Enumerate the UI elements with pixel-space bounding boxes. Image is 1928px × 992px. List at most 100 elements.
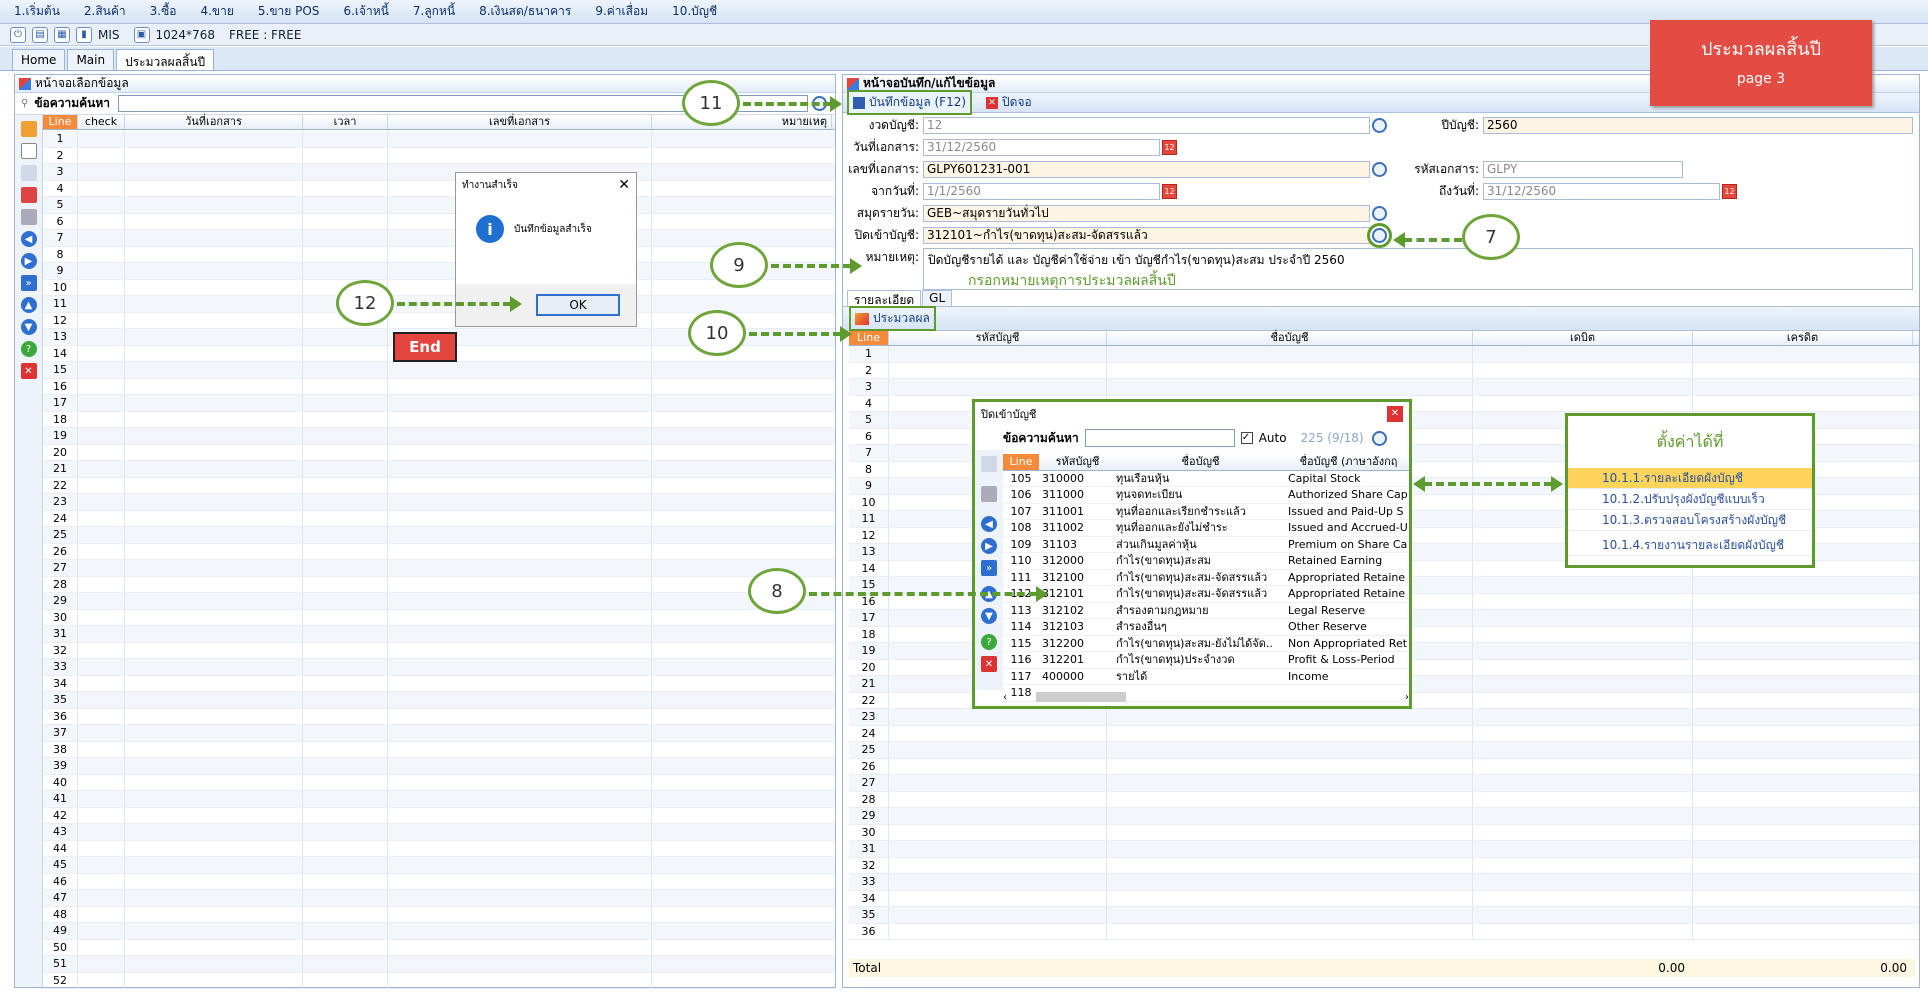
row-check-cell[interactable] <box>78 494 125 510</box>
table-row[interactable]: 1 <box>43 131 835 148</box>
row-cell[interactable] <box>889 346 1107 362</box>
power-icon[interactable]: ⏻ <box>10 26 26 43</box>
period-search-icon[interactable] <box>1372 118 1387 133</box>
row-check-cell[interactable] <box>78 708 125 724</box>
row-check-cell[interactable] <box>78 906 125 922</box>
list-item[interactable]: 114 312103 สำรองอื่นๆ Other Reserve <box>1003 619 1409 636</box>
row-check-cell[interactable] <box>78 725 125 741</box>
row-check-cell[interactable] <box>78 692 125 708</box>
table-row[interactable]: 3 <box>849 379 1919 396</box>
popup-print-icon[interactable] <box>981 486 997 502</box>
list-item[interactable]: 109 31103 ส่วนเกินมูลค่าหุ้น Premium on Sha… <box>1003 537 1409 553</box>
row-check-cell[interactable] <box>78 560 125 576</box>
row-check-cell[interactable] <box>78 543 125 559</box>
table-row[interactable]: 42 <box>43 807 835 824</box>
row-check-cell[interactable] <box>78 857 125 873</box>
row-check-cell[interactable] <box>78 477 125 493</box>
table-row[interactable]: 20 <box>43 444 835 461</box>
menu-item-1[interactable]: 1.เริ่มต้น <box>14 2 60 21</box>
dcol-acctname[interactable]: ชื่อบัญชี <box>1107 331 1473 345</box>
subtab-gl[interactable]: GL <box>922 290 953 306</box>
col-remark[interactable]: หมายเหตุ <box>652 115 832 129</box>
row-check-cell[interactable] <box>78 230 125 246</box>
row-check-cell[interactable] <box>78 972 125 988</box>
row-check-cell[interactable] <box>78 675 125 691</box>
table-row[interactable]: 33 <box>849 874 1919 891</box>
edit-doc-icon[interactable] <box>20 165 37 181</box>
scroll-left-icon[interactable]: ‹ <box>1003 692 1007 703</box>
list-item[interactable]: 107 311001 ทุนที่ออกและเรียกชำระแล้ว Issued… <box>1003 504 1409 520</box>
table-row[interactable]: 35 <box>849 907 1919 924</box>
popup-search-input[interactable] <box>1084 429 1235 447</box>
fromdate-calendar-icon[interactable]: 12 <box>1162 184 1177 199</box>
fromdate-field[interactable]: 1/1/2560 <box>923 183 1160 200</box>
fast-forward-icon[interactable]: » <box>20 275 37 291</box>
col-docno[interactable]: เลขที่เอกสาร <box>388 115 652 129</box>
menu-item-4[interactable]: 4.ขาย <box>200 2 233 21</box>
table-row[interactable]: 36 <box>849 923 1919 940</box>
table-row[interactable]: 22 <box>43 477 835 494</box>
row-check-cell[interactable] <box>78 890 125 906</box>
table-row[interactable]: 5 <box>43 197 835 214</box>
table-row[interactable]: 16 <box>43 378 835 395</box>
list-item[interactable]: 110 312000 กำไร(ขาดทุน)สะสม Retained Earnin… <box>1003 553 1409 570</box>
table-row[interactable]: 4 <box>43 180 835 197</box>
remark-field[interactable]: ปิดบัญชีรายได้ และ บัญชีค่าใช้จ่าย เข้า … <box>923 248 1913 290</box>
row-cell[interactable] <box>889 709 1107 725</box>
config-item-2[interactable]: 10.1.2.ปรับปรุงผังบัญชีแบบเร็ว <box>1568 489 1812 510</box>
row-check-cell[interactable] <box>78 378 125 394</box>
table-row[interactable]: 44 <box>43 840 835 857</box>
down-icon[interactable]: ▼ <box>20 319 37 335</box>
row-check-cell[interactable] <box>78 279 125 295</box>
process-button[interactable]: ประมวลผล <box>849 306 936 331</box>
todate-calendar-icon[interactable]: 12 <box>1722 184 1737 199</box>
row-check-cell[interactable] <box>78 593 125 609</box>
row-check-cell[interactable] <box>78 362 125 378</box>
dialog-ok-button[interactable]: OK <box>536 294 620 316</box>
row-check-cell[interactable] <box>78 395 125 411</box>
row-check-cell[interactable] <box>78 131 125 147</box>
next-icon[interactable]: ▶ <box>20 253 37 269</box>
row-cell[interactable] <box>889 742 1107 758</box>
list-item[interactable]: 112 312101 กำไร(ขาดทุน)สะสม-จัดสรรแล้ว Appr… <box>1003 586 1409 603</box>
help-icon[interactable]: ? <box>20 341 37 357</box>
popup-edit-icon[interactable] <box>981 456 997 472</box>
menu-item-6[interactable]: 6.เจ้าหนี้ <box>343 2 388 21</box>
row-check-cell[interactable] <box>78 873 125 889</box>
menu-item-10[interactable]: 10.บัญชี <box>672 2 717 21</box>
table-row[interactable]: 34 <box>43 675 835 692</box>
row-check-cell[interactable] <box>78 411 125 427</box>
col-check[interactable]: check <box>78 115 125 129</box>
menu-item-8[interactable]: 8.เงินสด/ธนาคาร <box>479 2 571 21</box>
table-row[interactable]: 24 <box>43 510 835 527</box>
row-cell[interactable] <box>889 808 1107 824</box>
table-row[interactable]: 29 <box>849 808 1919 825</box>
row-check-cell[interactable] <box>78 824 125 840</box>
row-check-cell[interactable] <box>78 527 125 543</box>
docdate-calendar-icon[interactable]: 12 <box>1162 140 1177 155</box>
table-row[interactable]: 26 <box>849 758 1919 775</box>
row-check-cell[interactable] <box>78 296 125 312</box>
table-row[interactable]: 2 <box>43 147 835 164</box>
row-cell[interactable] <box>889 758 1107 774</box>
row-check-cell[interactable] <box>78 510 125 526</box>
row-cell[interactable] <box>889 857 1107 873</box>
list-item[interactable]: 106 311000 ทุนจดทะเบียน Authorized Share Ca… <box>1003 487 1409 504</box>
popup-prev-icon[interactable]: ◀ <box>981 516 997 532</box>
journal-field[interactable]: GEB~สมุดรายวันทั่วไป <box>923 205 1370 222</box>
col-line[interactable]: Line <box>43 115 78 129</box>
calculator-icon[interactable]: ▦ <box>54 26 70 43</box>
table-row[interactable]: 17 <box>43 395 835 412</box>
list-item[interactable]: 116 312201 กำไร(ขาดทุน)ประจำงวด Profit & Lo… <box>1003 652 1409 669</box>
dcol-debit[interactable]: เดบิต <box>1473 331 1693 345</box>
table-row[interactable]: 48 <box>43 906 835 923</box>
scroll-right-icon[interactable]: › <box>1405 692 1409 703</box>
table-row[interactable]: 6 <box>43 213 835 230</box>
row-check-cell[interactable] <box>78 576 125 592</box>
list-item[interactable]: 111 312100 กำไร(ขาดทุน)สะสม-จัดสรรแล้ว Appr… <box>1003 570 1409 586</box>
table-row[interactable]: 10 <box>43 279 835 296</box>
row-check-cell[interactable] <box>78 774 125 790</box>
table-row[interactable]: 30 <box>849 824 1919 841</box>
table-row[interactable]: 19 <box>43 428 835 445</box>
popup-close-icon[interactable]: ✕ <box>1387 406 1403 422</box>
